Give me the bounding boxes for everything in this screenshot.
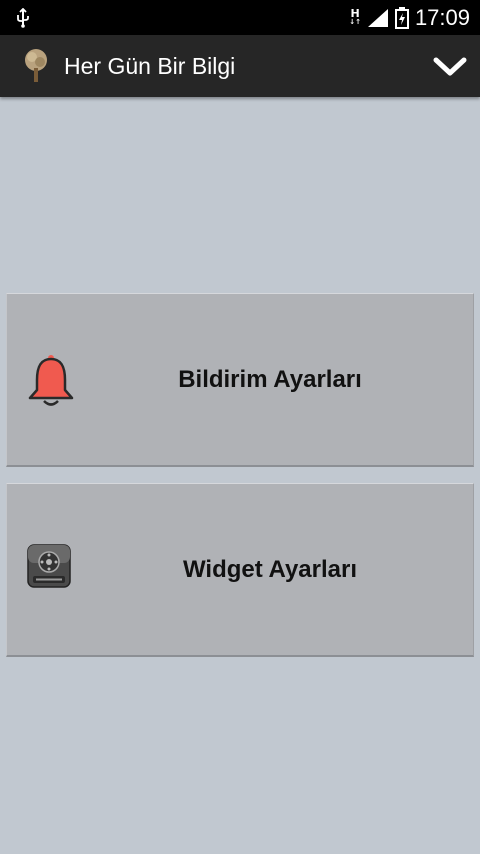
notification-settings-button[interactable]: Bildirim Ayarları	[6, 293, 474, 467]
app-logo-tree-icon	[25, 49, 47, 82]
clock: 17:09	[414, 4, 470, 30]
battery-icon	[394, 6, 409, 29]
app-title: Her Gün Bir Bilgi	[64, 52, 236, 79]
usb-icon	[17, 7, 29, 28]
signal-icon	[367, 8, 388, 27]
widget-settings-button[interactable]: Widget Ayarları	[6, 483, 474, 657]
network-type-indicator: H ↓↑	[349, 6, 361, 26]
chevron-down-icon[interactable]	[432, 51, 468, 81]
bell-icon	[28, 355, 74, 406]
action-bar: Her Gün Bir Bilgi	[0, 35, 480, 97]
widgets-icon	[27, 544, 71, 588]
widget-settings-label: Widget Ayarları	[182, 555, 358, 583]
notification-settings-label: Bildirim Ayarları	[178, 365, 362, 393]
status-bar: H ↓↑ 17:09	[0, 0, 480, 35]
